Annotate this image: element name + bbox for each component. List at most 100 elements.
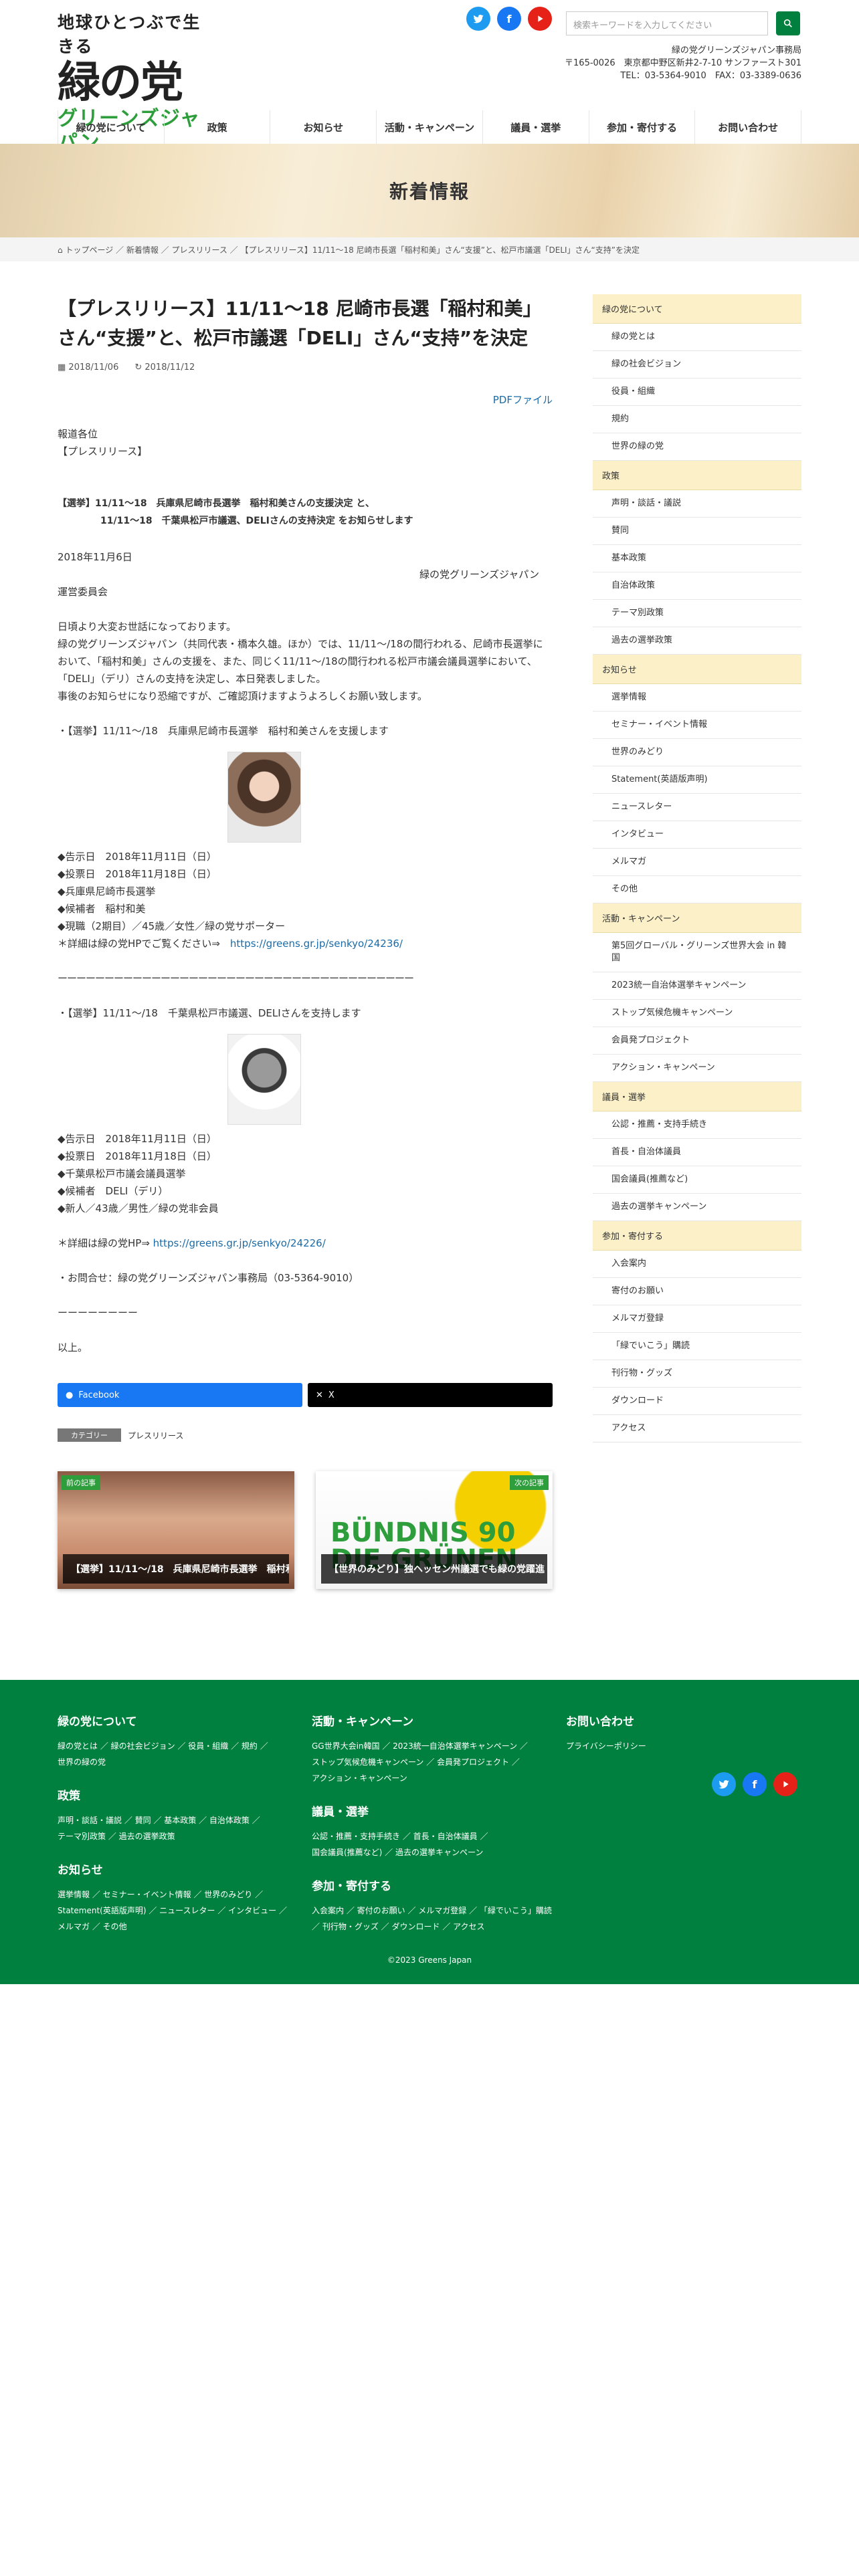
candidate2-link[interactable]: https://greens.gr.jp/senkyo/24226/ — [153, 1237, 326, 1249]
page-title: 新着情報 — [389, 181, 470, 203]
candidate-photo-inamura — [227, 752, 301, 843]
share-facebook-button[interactable]: ● Facebook — [58, 1383, 302, 1407]
facebook-icon[interactable]: f — [743, 1772, 767, 1796]
footer-heading-contact[interactable]: お問い合わせ — [566, 1712, 767, 1729]
lead-line-2: 11/11～18 千葉県松戸市議選、DELIさんの支持決定 をお知らせします — [100, 516, 413, 526]
youtube-icon[interactable] — [528, 7, 552, 31]
sidebar-item[interactable]: インタビュー — [593, 821, 801, 849]
footer-heading-campaign[interactable]: 活動・キャンペーン — [312, 1712, 553, 1729]
header-sns: f — [466, 7, 552, 31]
candidate-photo-deli — [227, 1034, 301, 1125]
sidebar-heading[interactable]: お知らせ — [593, 655, 801, 684]
closing: 以上。 — [58, 1341, 88, 1354]
sidebar-item[interactable]: 国会議員(推薦など) — [593, 1166, 801, 1194]
nav-contact[interactable]: お問い合わせ — [695, 110, 802, 144]
sidebar-item[interactable]: 入会案内 — [593, 1251, 801, 1278]
prev-post-title: 【選挙】11/11～/18 兵庫県尼崎市長選挙 稲村和美さん — [63, 1554, 289, 1584]
sidebar-heading[interactable]: 政策 — [593, 461, 801, 490]
sidebar-item[interactable]: 首長・自治体議員 — [593, 1139, 801, 1166]
share-x-button[interactable]: ✕ X — [308, 1383, 553, 1407]
footer-heading-about[interactable]: 緑の党について — [58, 1712, 298, 1729]
prev-post-card[interactable]: 前の記事 【選挙】11/11～/18 兵庫県尼崎市長選挙 稲村和美さん — [58, 1471, 294, 1589]
sidebar-item[interactable]: セミナー・イベント情報 — [593, 712, 801, 739]
footer-heading-policy[interactable]: 政策 — [58, 1786, 298, 1803]
sidebar-heading[interactable]: 緑の党について — [593, 294, 801, 324]
sidebar-item[interactable]: 2023統一自治体選挙キャンペーン — [593, 972, 801, 1000]
next-post-title: 【世界のみどり】独ヘッセン州議選でも緑の党躍進 — [321, 1554, 547, 1584]
footer-heading-news[interactable]: お知らせ — [58, 1860, 298, 1877]
category-link[interactable]: プレスリリース — [128, 1430, 183, 1441]
twitter-icon[interactable] — [712, 1772, 736, 1796]
sidebar-item[interactable]: 基本政策 — [593, 545, 801, 572]
article: 【プレスリリース】11/11～18 尼崎市長選「稲村和美」さん“支援”と、松戸市… — [58, 294, 553, 1589]
nav-campaign[interactable]: 活動・キャンペーン — [377, 110, 483, 144]
sidebar-item[interactable]: 会員発プロジェクト — [593, 1027, 801, 1055]
sidebar-item[interactable]: その他 — [593, 876, 801, 903]
nav-about[interactable]: 緑の党について — [58, 110, 165, 144]
footer-sns: f — [712, 1772, 797, 1796]
breadcrumb: ⌂ トップページ ／ 新着情報 ／ プレスリリース ／ 【プレスリリース】11/… — [0, 237, 859, 261]
youtube-icon[interactable] — [773, 1772, 797, 1796]
candidate1-link[interactable]: https://greens.gr.jp/senkyo/24236/ — [230, 938, 403, 950]
nav-election[interactable]: 議員・選挙 — [483, 110, 589, 144]
pdf-link[interactable]: PDFファイル — [493, 394, 553, 406]
section-divider: ーーーーーーーーーーーーーーーーーーーーーーーーーーーーーーーーーーーーーー — [58, 972, 414, 984]
sidebar-item[interactable]: 世界の緑の党 — [593, 433, 801, 461]
sidebar-item[interactable]: Statement(英語版声明) — [593, 766, 801, 794]
sidebar-heading[interactable]: 参加・寄付する — [593, 1221, 801, 1251]
search-icon[interactable] — [776, 11, 800, 35]
sidebar-item[interactable]: 役員・組織 — [593, 379, 801, 406]
sidebar-item[interactable]: 第5回グローバル・グリーンズ世界大会 in 韓国 — [593, 933, 801, 972]
sidebar-item[interactable]: 規約 — [593, 406, 801, 433]
office-tel: TEL：03-5364-9010 FAX：03-3389-0636 — [620, 71, 801, 81]
sidebar-item[interactable]: ニュースレター — [593, 794, 801, 821]
nav-join[interactable]: 参加・寄付する — [589, 110, 696, 144]
sidebar-item[interactable]: メルマガ登録 — [593, 1305, 801, 1333]
sidebar-item[interactable]: ストップ気候危機キャンペーン — [593, 1000, 801, 1027]
sidebar-item[interactable]: 声明・談話・議説 — [593, 490, 801, 518]
sidebar-item[interactable]: 刊行物・グッズ — [593, 1360, 801, 1388]
sidebar-item[interactable]: 賛同 — [593, 518, 801, 545]
footer-heading-election[interactable]: 議員・選挙 — [312, 1802, 553, 1819]
sidebar-item[interactable]: 過去の選挙政策 — [593, 627, 801, 655]
page-header-banner: 新着情報 — [0, 144, 859, 237]
sidebar-item[interactable]: 自治体政策 — [593, 572, 801, 600]
facebook-icon: ● — [66, 1390, 74, 1400]
copyright: ©2023 Greens Japan — [387, 1955, 472, 1965]
facebook-icon[interactable]: f — [497, 7, 521, 31]
footer-col-2: 活動・キャンペーン GG世界大会in韓国 ／ 2023統一自治体選挙キャンペーン… — [312, 1712, 553, 1935]
sidebar-heading[interactable]: 活動・キャンペーン — [593, 903, 801, 933]
sidebar-item[interactable]: 寄付のお願い — [593, 1278, 801, 1305]
sidebar-item[interactable]: テーマ別政策 — [593, 600, 801, 627]
x-icon: ✕ — [316, 1390, 323, 1400]
nav-policy[interactable]: 政策 — [165, 110, 271, 144]
calendar-icon: ▦ — [58, 362, 69, 372]
office-info: 緑の党グリーンズジャパン事務局 〒165-0026 東京都中野区新井2-7-10… — [565, 44, 801, 82]
office-address: 〒165-0026 東京都中野区新井2-7-10 サンファースト301 — [565, 58, 801, 68]
sidebar-item[interactable]: 「緑でいこう」購読 — [593, 1333, 801, 1360]
search-input[interactable]: 検索キーワードを入力してください — [566, 11, 768, 35]
privacy-policy-link[interactable]: プライバシーポリシー — [566, 1738, 767, 1754]
sidebar-item[interactable]: 緑の党とは — [593, 324, 801, 351]
published-date: 2018/11/06 — [68, 362, 119, 372]
twitter-icon[interactable] — [466, 7, 490, 31]
nav-news[interactable]: お知らせ — [270, 110, 377, 144]
sidebar-item[interactable]: 緑の社会ビジョン — [593, 351, 801, 379]
sidebar-heading[interactable]: 議員・選挙 — [593, 1082, 801, 1111]
next-post-card[interactable]: BÜNDNIS 90 DIE GRÜNEN 次の記事 【世界のみどり】独ヘッセン… — [316, 1471, 553, 1589]
sidebar-item[interactable]: 世界のみどり — [593, 739, 801, 766]
sidebar-item[interactable]: 選挙情報 — [593, 684, 801, 712]
category-label: カテゴリー — [58, 1428, 121, 1442]
page: 地球ひとつぶで生きる 緑の党 グリーンズジャパン f 検索キーワードを入力してく… — [0, 0, 859, 2576]
release-date: 2018年11月6日 — [58, 551, 132, 563]
sidebar-item[interactable]: アクセス — [593, 1415, 801, 1442]
breadcrumb-text[interactable]: トップページ ／ 新着情報 ／ プレスリリース ／ 【プレスリリース】11/11… — [65, 245, 640, 255]
sidebar-item[interactable]: メルマガ — [593, 849, 801, 876]
footer-heading-join[interactable]: 参加・寄付する — [312, 1876, 553, 1893]
sidebar-item[interactable]: 公認・推薦・支持手続き — [593, 1111, 801, 1139]
sidebar-item[interactable]: 過去の選挙キャンペーン — [593, 1194, 801, 1221]
sidebar-item[interactable]: アクション・キャンペーン — [593, 1055, 801, 1082]
sidebar-item[interactable]: ダウンロード — [593, 1388, 801, 1415]
home-icon[interactable]: ⌂ — [58, 245, 65, 255]
site-logo[interactable]: 地球ひとつぶで生きる 緑の党 グリーンズジャパン — [58, 9, 218, 154]
